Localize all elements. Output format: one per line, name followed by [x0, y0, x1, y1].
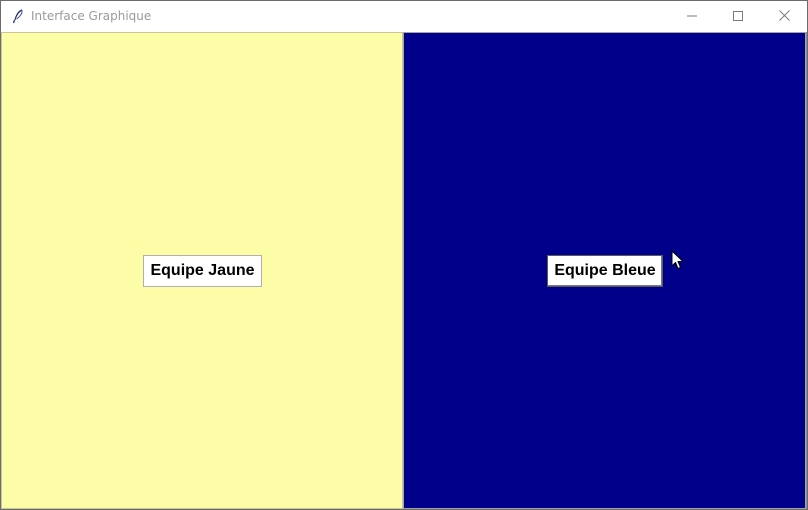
close-button[interactable]	[761, 1, 807, 32]
app-window: Interface Graphique Equipe Jaune Equipe …	[0, 0, 808, 510]
yellow-team-button[interactable]: Equipe Jaune	[143, 255, 262, 287]
yellow-team-panel: Equipe Jaune	[1, 32, 403, 509]
close-icon	[778, 8, 790, 26]
blue-team-button[interactable]: Equipe Bleue	[547, 255, 663, 287]
minimize-button[interactable]	[669, 1, 715, 32]
window-client-area: Equipe Jaune Equipe Bleue	[1, 32, 807, 509]
blue-team-panel: Equipe Bleue	[403, 32, 806, 509]
title-bar[interactable]: Interface Graphique	[1, 1, 807, 32]
feather-icon	[10, 8, 26, 24]
window-title: Interface Graphique	[31, 9, 152, 23]
minimize-icon	[687, 8, 697, 26]
maximize-icon	[733, 8, 743, 26]
maximize-button[interactable]	[715, 1, 761, 32]
